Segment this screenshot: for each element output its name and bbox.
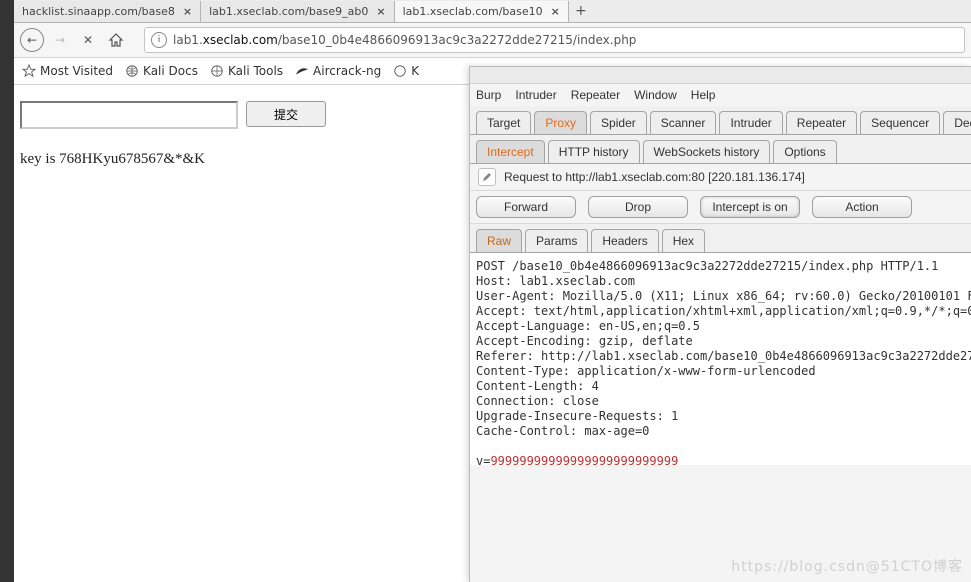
intercept-toggle-button[interactable]: Intercept is on [700,196,800,218]
menu-burp[interactable]: Burp [476,88,501,102]
request-info-row: Request to http://lab1.xseclab.com:80 [2… [470,164,971,191]
home-icon [108,32,124,48]
bookmark-label: Aircrack-ng [313,64,381,78]
tab-spider[interactable]: Spider [590,111,647,134]
burp-window: Burp Intruder Repeater Window Help Targe… [469,66,971,582]
menu-help[interactable]: Help [691,88,716,102]
bookmark-label: Most Visited [40,64,113,78]
address-bar[interactable]: i lab1.xseclab.com/base10_0b4e4866096913… [144,27,965,53]
subtab-http-history[interactable]: HTTP history [548,140,640,163]
browser-tab-2[interactable]: lab1.xseclab.com/base10 × [395,1,569,22]
raw-line: Cache-Control: max-age=0 [476,424,649,438]
globe-icon [393,64,407,78]
back-arrow-icon: ← [20,28,44,52]
bookmark-label: Kali Tools [228,64,283,78]
raw-line: User-Agent: Mozilla/5.0 (X11; Linux x86_… [476,289,971,303]
tab-proxy[interactable]: Proxy [534,111,587,134]
subtab-options[interactable]: Options [773,140,836,163]
raw-line: Content-Type: application/x-www-form-url… [476,364,816,378]
request-view-tabs: Raw Params Headers Hex [470,229,971,252]
bookmark-label: Kali Docs [143,64,198,78]
stop-icon: ✕ [83,33,93,47]
back-button[interactable]: ← [20,28,44,52]
close-icon[interactable]: × [183,5,192,18]
edit-target-button[interactable] [478,168,496,186]
raw-line: Content-Length: 4 [476,379,599,393]
bookmark-truncated[interactable]: K [393,64,419,78]
tab-scanner[interactable]: Scanner [650,111,717,134]
burp-proxy-subtabs: Intercept HTTP history WebSockets histor… [470,140,971,163]
bookmark-aircrack[interactable]: Aircrack-ng [295,64,381,78]
raw-line: Accept-Language: en-US,en;q=0.5 [476,319,700,333]
forward-arrow-icon: → [55,33,65,47]
tab-title: lab1.xseclab.com/base10 [403,5,543,18]
forward-button[interactable]: → [48,28,72,52]
tab-intruder[interactable]: Intruder [719,111,782,134]
os-side-strip [0,0,14,582]
globe-icon [210,64,224,78]
wing-icon [295,64,309,78]
bookmark-label: K [411,64,419,78]
value-input[interactable] [20,101,238,129]
raw-line: POST /base10_0b4e4866096913ac9c3a2272dde… [476,259,938,273]
tab-title: hacklist.sinaapp.com/base8 [22,5,175,18]
close-icon[interactable]: × [551,5,560,18]
bookmark-kali-docs[interactable]: Kali Docs [125,64,198,78]
star-icon [22,64,36,78]
viewtab-raw[interactable]: Raw [476,229,522,252]
raw-line: Connection: close [476,394,599,408]
tab-sequencer[interactable]: Sequencer [860,111,940,134]
stop-button[interactable]: ✕ [76,28,100,52]
bookmark-most-visited[interactable]: Most Visited [22,64,113,78]
drop-button[interactable]: Drop [588,196,688,218]
nav-toolbar: ← → ✕ i lab1.xseclab.com/base10_0b4e4866… [14,23,971,58]
tab-title: lab1.xseclab.com/base9_ab0 [209,5,368,18]
watermark-text: https://blog.csdn@51CTO博客 [731,556,963,576]
new-tab-button[interactable]: + [569,3,593,19]
raw-body-param: v=99999999999999999999999999 [476,454,678,465]
submit-button[interactable]: 提交 [246,101,326,127]
raw-line: Upgrade-Insecure-Requests: 1 [476,409,678,423]
subtab-websockets[interactable]: WebSockets history [643,140,771,163]
url-text: lab1.xseclab.com/base10_0b4e4866096913ac… [173,33,636,47]
burp-titlebar[interactable] [470,67,971,84]
raw-request-editor[interactable]: POST /base10_0b4e4866096913ac9c3a2272dde… [470,253,971,465]
tab-decoder[interactable]: Decoder [943,111,971,134]
subtab-intercept[interactable]: Intercept [476,140,545,163]
raw-line: Accept: text/html,application/xhtml+xml,… [476,304,971,318]
pencil-icon [482,172,492,182]
action-button[interactable]: Action [812,196,912,218]
home-button[interactable] [104,28,128,52]
browser-tab-0[interactable]: hacklist.sinaapp.com/base8 × [14,1,201,22]
tab-strip: hacklist.sinaapp.com/base8 × lab1.xsecla… [14,0,971,23]
raw-line: Accept-Encoding: gzip, deflate [476,334,693,348]
menu-repeater[interactable]: Repeater [571,88,620,102]
bookmark-kali-tools[interactable]: Kali Tools [210,64,283,78]
viewtab-hex[interactable]: Hex [662,229,705,252]
tab-target[interactable]: Target [476,111,531,134]
viewtab-headers[interactable]: Headers [591,229,658,252]
raw-line: Referer: http://lab1.xseclab.com/base10_… [476,349,971,363]
intercept-actions: Forward Drop Intercept is on Action [470,191,971,224]
burp-menu-bar: Burp Intruder Repeater Window Help [470,84,971,106]
raw-line: Host: lab1.xseclab.com [476,274,635,288]
menu-intruder[interactable]: Intruder [515,88,556,102]
request-target-text: Request to http://lab1.xseclab.com:80 [2… [504,170,805,184]
site-info-icon[interactable]: i [151,32,167,48]
menu-window[interactable]: Window [634,88,677,102]
burp-main-tabs: Target Proxy Spider Scanner Intruder Rep… [470,111,971,134]
close-icon[interactable]: × [376,5,385,18]
forward-button[interactable]: Forward [476,196,576,218]
globe-icon [125,64,139,78]
viewtab-params[interactable]: Params [525,229,588,252]
browser-tab-1[interactable]: lab1.xseclab.com/base9_ab0 × [201,1,394,22]
tab-repeater[interactable]: Repeater [786,111,857,134]
